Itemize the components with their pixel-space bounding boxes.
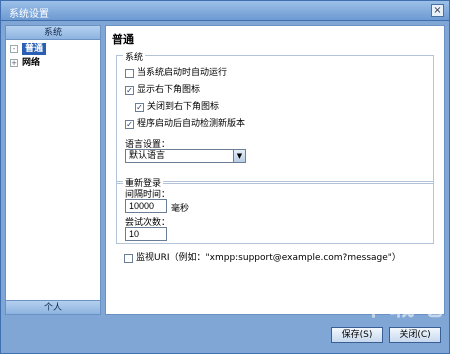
close-to-tray-checkbox[interactable]: ✓ [135, 103, 144, 112]
footer-bar: 保存(S) 关闭(C) [5, 319, 445, 349]
checkbox-label: 监视URI（例如："xmpp:support@example.com?messa… [136, 253, 401, 263]
auto-update-checkbox[interactable]: ✓ [125, 120, 134, 129]
title-bar[interactable]: 系统设置 × [1, 1, 449, 21]
autostart-checkbox-row[interactable]: 当系统启动时自动运行 [125, 68, 227, 80]
tray-icon-checkbox[interactable]: ✓ [125, 86, 134, 95]
tray-icon-checkbox-row[interactable]: ✓ 显示右下角图标 [125, 85, 200, 97]
close-button[interactable]: 关闭(C) [389, 327, 441, 343]
group-title: 系统 [123, 50, 146, 63]
system-group: 系统 当系统启动时自动运行 ✓ 显示右下角图标 ✓ 关闭到右下角图标 ✓ 程序启动后自… [116, 50, 434, 184]
checkbox-label: 显示右下角图标 [137, 85, 201, 95]
language-select[interactable]: 默认语言 ▼ [125, 149, 246, 163]
autostart-checkbox[interactable] [125, 69, 134, 78]
chevron-down-icon[interactable]: ▼ [233, 150, 245, 162]
sidebar-item-general[interactable]: - 普通 [10, 43, 47, 55]
interval-input[interactable] [125, 199, 167, 213]
sidebar-header[interactable]: 系统 [6, 26, 100, 40]
sidebar-item-label: 普通 [22, 43, 47, 55]
settings-window: 系统设置 × 系统 - 普通 + 网络 个人 普通 系统 当系统启动时自动运行 ✓ 显… [0, 0, 450, 354]
checkbox-label: 程序启动后自动检测新版本 [137, 119, 246, 129]
auto-update-checkbox-row[interactable]: ✓ 程序启动后自动检测新版本 [125, 119, 245, 131]
language-select-value: 默认语言 [129, 151, 166, 161]
sidebar-footer-personal[interactable]: 个人 [6, 300, 100, 314]
watermark: 下载吧 [360, 292, 445, 322]
checkbox-label: 关闭到右下角图标 [147, 102, 220, 112]
monitor-uri-checkbox[interactable] [124, 254, 133, 263]
close-icon[interactable]: × [431, 4, 444, 17]
sidebar-item-network[interactable]: + 网络 [10, 57, 40, 69]
sidebar: 系统 - 普通 + 网络 个人 [5, 25, 101, 315]
sidebar-item-label: 网络 [22, 58, 41, 68]
retry-input[interactable] [125, 227, 167, 241]
save-button[interactable]: 保存(S) [331, 327, 383, 343]
checkbox-label: 当系统启动时自动运行 [137, 68, 228, 78]
page-title: 普通 [112, 33, 134, 46]
interval-unit: 毫秒 [171, 204, 190, 214]
relogin-group: 重新登录 间隔时间： 毫秒 尝试次数： [116, 176, 434, 244]
collapse-icon[interactable]: - [10, 45, 18, 53]
close-to-tray-checkbox-row[interactable]: ✓ 关闭到右下角图标 [135, 102, 219, 114]
settings-panel: 普通 系统 当系统启动时自动运行 ✓ 显示右下角图标 ✓ 关闭到右下角图标 ✓ 程序启… [105, 25, 445, 315]
window-title: 系统设置 [9, 9, 49, 20]
monitor-uri-checkbox-row[interactable]: 监视URI（例如："xmpp:support@example.com?messa… [124, 253, 401, 265]
expand-icon[interactable]: + [10, 59, 18, 67]
